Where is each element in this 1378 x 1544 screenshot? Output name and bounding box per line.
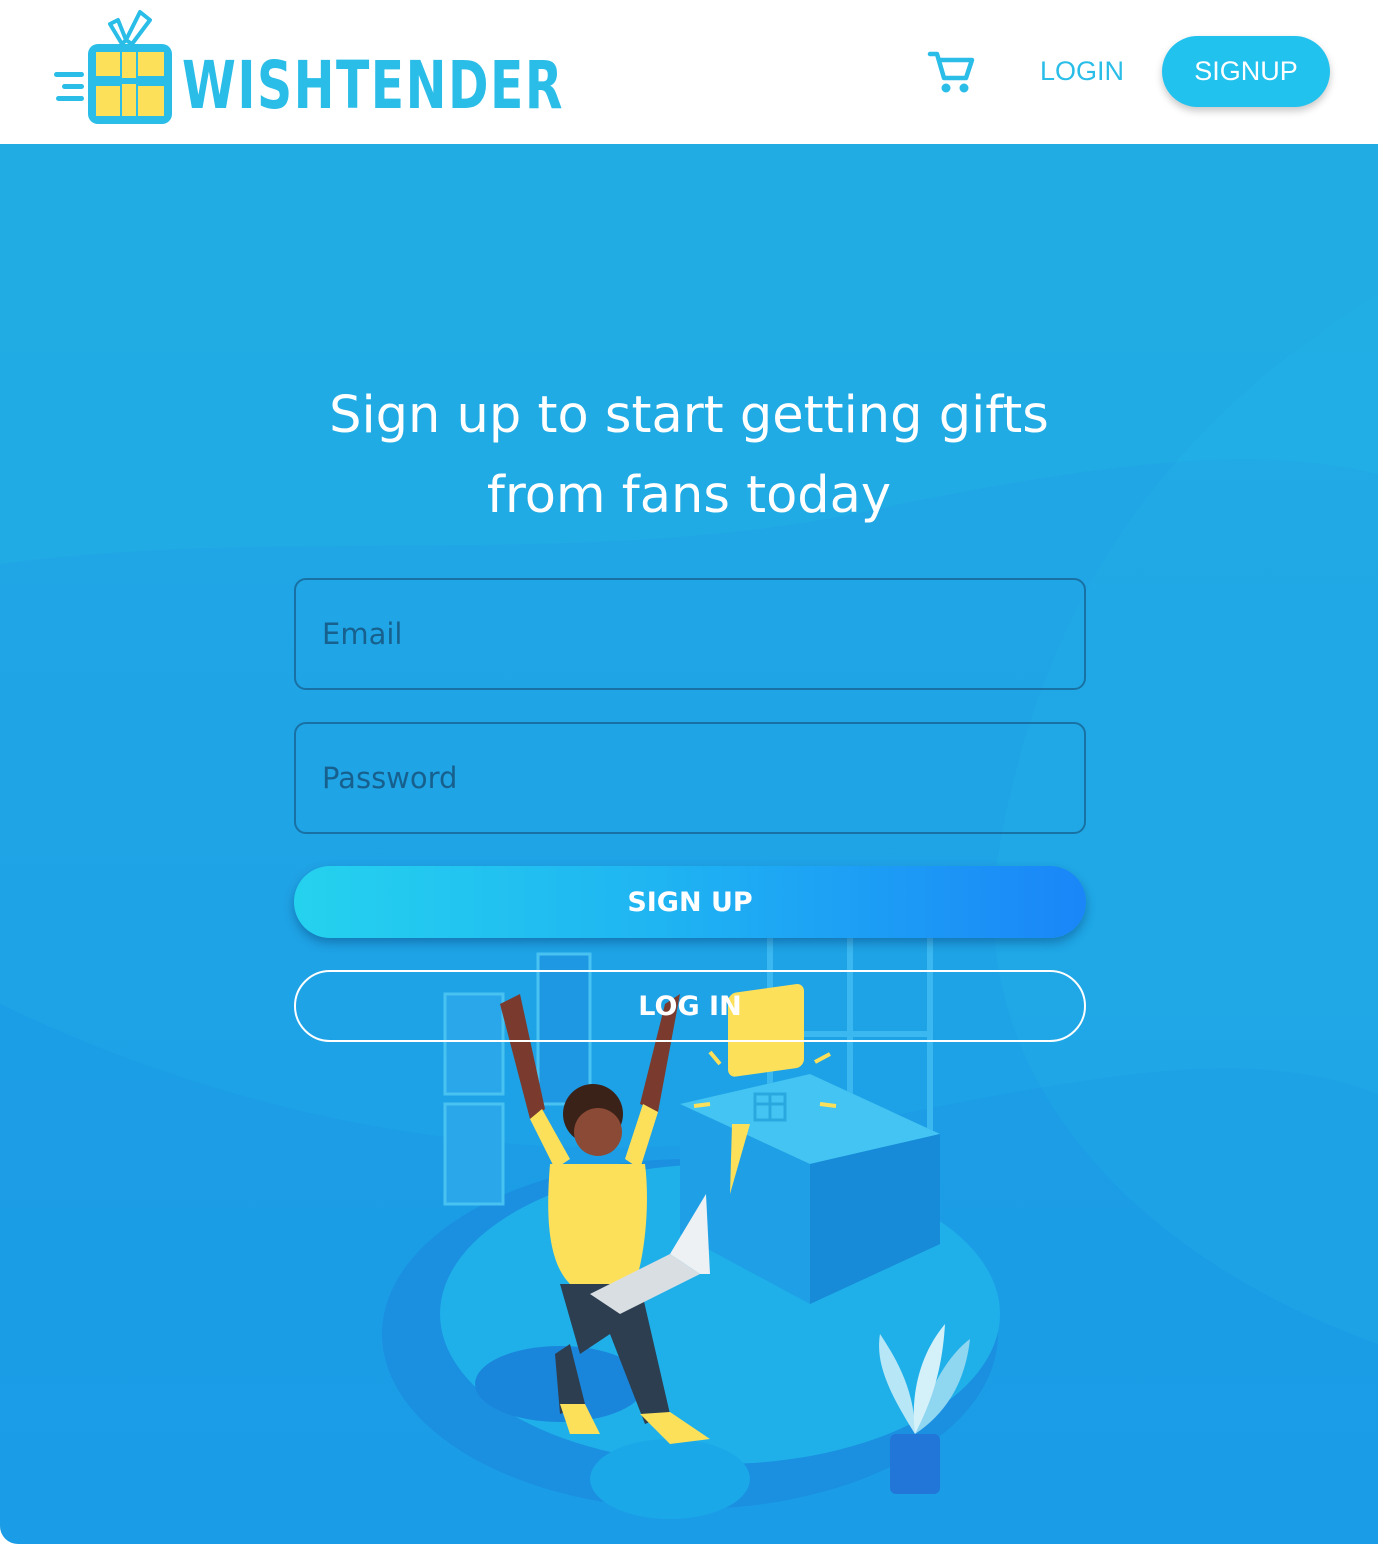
nav-login-link[interactable]: LOGIN xyxy=(1024,48,1140,96)
password-field[interactable] xyxy=(294,722,1086,834)
email-input[interactable] xyxy=(296,580,1084,688)
nav-signup-button[interactable]: SIGNUP xyxy=(1162,36,1330,107)
headline-line-2: from fans today xyxy=(486,466,892,525)
signup-hero: Sign up to start getting gifts from fans… xyxy=(0,144,1378,1544)
signup-button[interactable]: SIGN UP xyxy=(294,866,1086,938)
login-button[interactable]: LOG IN xyxy=(294,970,1086,1042)
brand-name: WISHTENDER xyxy=(182,47,564,124)
site-header: WISHTENDER LOGIN SIGNUP xyxy=(0,0,1378,144)
page-headline: Sign up to start getting gifts from fans… xyxy=(289,376,1089,536)
wishtender-logo[interactable]: WISHTENDER xyxy=(52,6,562,130)
gift-box-logo-icon xyxy=(54,10,172,124)
email-field[interactable] xyxy=(294,578,1086,690)
headline-line-1: Sign up to start getting gifts xyxy=(329,386,1049,445)
password-input[interactable] xyxy=(296,724,1084,832)
shopping-cart-icon[interactable] xyxy=(926,48,978,96)
